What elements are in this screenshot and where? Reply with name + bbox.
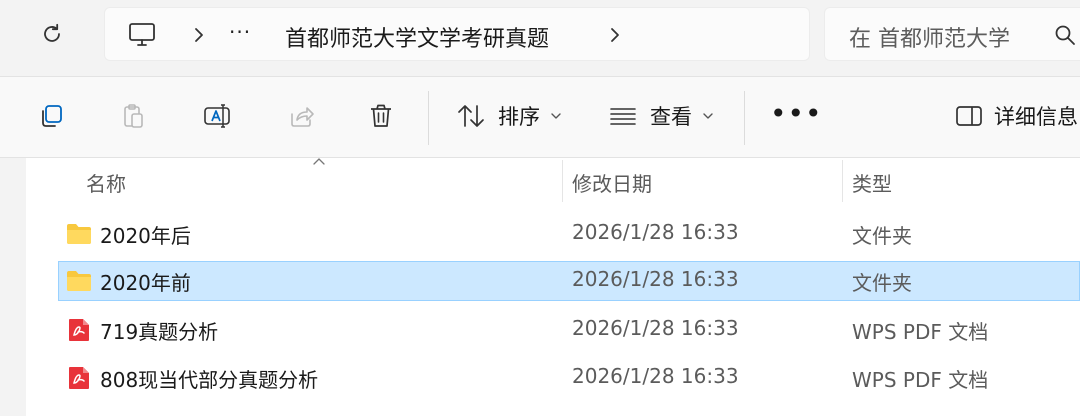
share-icon xyxy=(291,107,314,127)
refresh-button[interactable] xyxy=(30,16,74,52)
details-pane-button[interactable]: 详细信息 xyxy=(954,99,1078,133)
file-type: 文件夹 xyxy=(852,271,912,295)
rename-icon xyxy=(204,104,230,128)
address-bar[interactable]: ··· 首都师范大学文学考研真题 xyxy=(104,7,810,61)
this-pc-icon[interactable] xyxy=(127,21,157,49)
paste-icon xyxy=(124,104,143,128)
address-toolbar: ··· 首都师范大学文学考研真题 在 首都师范大学 xyxy=(0,0,1080,76)
file-type: WPS PDF 文档 xyxy=(852,368,989,392)
rename-button[interactable] xyxy=(200,99,234,133)
chevron-down-icon xyxy=(703,113,713,119)
file-type: 文件夹 xyxy=(852,224,912,248)
breadcrumb-overflow-button[interactable]: ··· xyxy=(229,20,251,44)
file-type: WPS PDF 文档 xyxy=(852,320,989,344)
column-divider[interactable] xyxy=(562,160,563,202)
view-icon xyxy=(610,108,636,125)
chevron-down-icon xyxy=(551,113,561,119)
share-button[interactable] xyxy=(284,99,318,133)
delete-button[interactable] xyxy=(364,99,398,133)
file-name: 2020年前 xyxy=(100,271,191,295)
folder-icon xyxy=(67,224,91,244)
refresh-icon xyxy=(44,23,60,42)
navigation-pane-edge xyxy=(0,158,26,416)
more-options-button[interactable]: ••• xyxy=(770,97,823,130)
file-modified: 2026/1/28 16:33 xyxy=(572,364,739,388)
copy-icon xyxy=(42,105,62,127)
view-label: 查看 xyxy=(650,105,692,129)
search-box[interactable]: 在 首都师范大学 xyxy=(824,7,1080,61)
column-header-name[interactable]: 名称 xyxy=(86,168,126,197)
chevron-right-icon[interactable] xyxy=(603,22,627,48)
file-row[interactable]: 808现当代部分真题分析 2026/1/28 16:33 WPS PDF 文档 xyxy=(58,358,1080,398)
search-icon[interactable] xyxy=(1053,23,1077,47)
sort-ascending-indicator-icon xyxy=(313,158,325,165)
command-bar: 排序 查看 ••• 详细信息 xyxy=(0,76,1080,158)
column-divider[interactable] xyxy=(842,160,843,202)
toolbar-divider xyxy=(744,91,745,145)
pdf-icon xyxy=(69,319,89,341)
paste-button[interactable] xyxy=(116,99,150,133)
details-pane-label: 详细信息 xyxy=(994,105,1078,129)
column-header-modified[interactable]: 修改日期 xyxy=(572,168,652,197)
sort-button[interactable]: 排序 xyxy=(456,99,562,133)
file-modified: 2026/1/28 16:33 xyxy=(572,220,739,244)
folder-icon xyxy=(67,271,91,291)
file-name: 2020年后 xyxy=(100,224,191,248)
details-pane-icon xyxy=(956,106,982,126)
copy-button[interactable] xyxy=(34,99,68,133)
breadcrumb-current-folder[interactable]: 首都师范大学文学考研真题 xyxy=(285,21,549,53)
file-name: 808现当代部分真题分析 xyxy=(100,368,319,392)
view-button[interactable]: 查看 xyxy=(608,99,714,133)
pdf-icon xyxy=(69,367,89,389)
file-row[interactable]: 719真题分析 2026/1/28 16:33 WPS PDF 文档 xyxy=(58,310,1080,350)
trash-icon xyxy=(371,104,391,127)
file-row[interactable]: 2020年后 2026/1/28 16:33 文件夹 xyxy=(58,214,1080,254)
search-input[interactable]: 在 首都师范大学 xyxy=(849,21,1010,53)
column-header-type[interactable]: 类型 xyxy=(852,168,892,197)
file-name: 719真题分析 xyxy=(100,320,219,344)
sort-icon xyxy=(458,105,484,127)
chevron-right-icon[interactable] xyxy=(187,22,211,48)
file-modified: 2026/1/28 16:33 xyxy=(572,267,739,291)
toolbar-divider xyxy=(428,91,429,145)
file-modified: 2026/1/28 16:33 xyxy=(572,316,739,340)
sort-label: 排序 xyxy=(498,105,540,129)
file-row-selected[interactable]: 2020年前 2026/1/28 16:33 文件夹 xyxy=(58,261,1080,301)
